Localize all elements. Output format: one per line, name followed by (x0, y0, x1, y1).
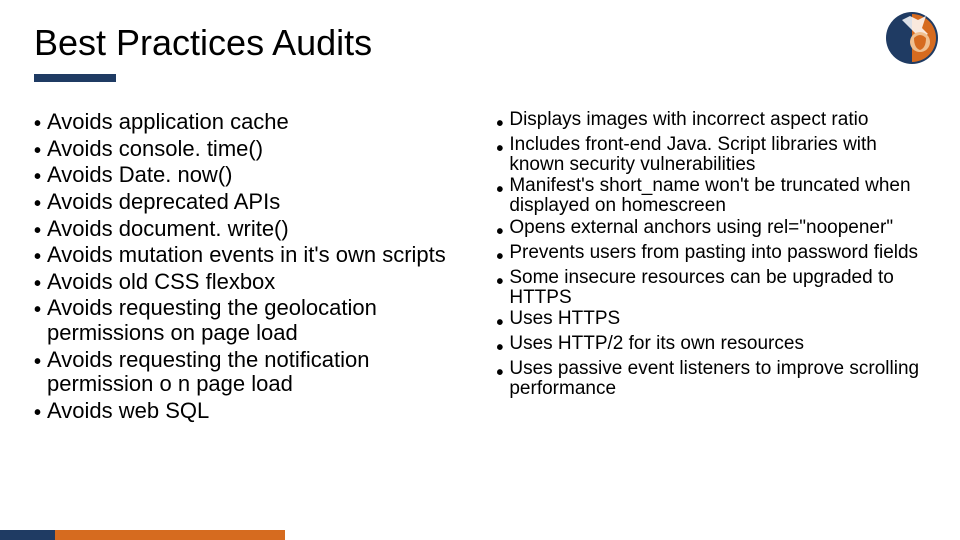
list-item: • Displays images with incorrect aspect r… (496, 110, 930, 134)
list-item: • Some insecure resources can be upgraded… (496, 268, 930, 308)
bullet-icon: • (34, 194, 41, 214)
left-list: • Avoids application cache • Avoids consol… (34, 110, 476, 424)
list-item: • Avoids deprecated APIs (34, 190, 476, 215)
bullet-icon: • (34, 274, 41, 294)
list-item: • Avoids requesting the notification perm… (34, 348, 476, 397)
list-item: • Avoids old CSS flexbox (34, 270, 476, 295)
bar-navy-segment (0, 530, 55, 540)
item-text: Uses HTTP/2 for its own resources (509, 334, 804, 354)
left-column: • Avoids application cache • Avoids consol… (34, 110, 476, 426)
bullet-icon: • (496, 313, 503, 333)
item-text: Uses HTTPS (509, 309, 620, 329)
item-text: Avoids Date. now() (47, 163, 232, 188)
right-column: • Displays images with incorrect aspect r… (496, 110, 930, 426)
item-text: Uses passive event listeners to improve … (509, 359, 930, 399)
bullet-icon: • (34, 403, 41, 423)
item-text: Avoids requesting the notification permi… (47, 348, 476, 397)
list-item: • Manifest's short_name won't be truncate… (496, 176, 930, 216)
list-item: • Uses HTTPS (496, 309, 930, 333)
item-text: Avoids old CSS flexbox (47, 270, 275, 295)
list-item: • Uses passive event listeners to improve… (496, 359, 930, 399)
bullet-icon: • (34, 141, 41, 161)
bullet-icon: • (496, 180, 503, 200)
title-underline (34, 74, 116, 82)
list-item: • Uses HTTP/2 for its own resources (496, 334, 930, 358)
bullet-icon: • (496, 222, 503, 242)
item-text: Includes front-end Java. Script librarie… (509, 135, 930, 175)
item-text: Manifest's short_name won't be truncated… (509, 176, 930, 216)
bullet-icon: • (34, 114, 41, 134)
bullet-icon: • (34, 247, 41, 267)
bullet-icon: • (34, 300, 41, 320)
list-item: • Includes front-end Java. Script librari… (496, 135, 930, 175)
bullet-icon: • (34, 221, 41, 241)
item-text: Prevents users from pasting into passwor… (509, 243, 918, 263)
item-text: Some insecure resources can be upgraded … (509, 268, 930, 308)
item-text: Displays images with incorrect aspect ra… (509, 110, 868, 130)
bullet-icon: • (34, 167, 41, 187)
list-item: • Avoids web SQL (34, 399, 476, 424)
item-text: Avoids application cache (47, 110, 289, 135)
bullet-icon: • (496, 139, 503, 159)
list-item: • Avoids mutation events in it's own scri… (34, 243, 476, 268)
list-item: • Avoids requesting the geolocation permi… (34, 296, 476, 345)
item-text: Opens external anchors using rel="noopen… (509, 218, 893, 238)
bullet-icon: • (34, 352, 41, 372)
item-text: Avoids console. time() (47, 137, 263, 162)
list-item: • Avoids document. write() (34, 217, 476, 242)
item-text: Avoids mutation events in it's own scrip… (47, 243, 446, 268)
list-item: • Avoids console. time() (34, 137, 476, 162)
content-columns: • Avoids application cache • Avoids consol… (34, 110, 930, 426)
bullet-icon: • (496, 338, 503, 358)
slide-title: Best Practices Audits (34, 22, 372, 64)
bullet-icon: • (496, 363, 503, 383)
bar-orange-segment (55, 530, 285, 540)
item-text: Avoids document. write() (47, 217, 289, 242)
logo-icon (884, 10, 940, 66)
right-list: • Displays images with incorrect aspect r… (496, 110, 930, 399)
bottom-accent-bar (0, 530, 960, 540)
list-item: • Prevents users from pasting into passwo… (496, 243, 930, 267)
list-item: • Avoids Date. now() (34, 163, 476, 188)
item-text: Avoids deprecated APIs (47, 190, 280, 215)
bar-rest-segment (285, 530, 960, 540)
bullet-icon: • (496, 272, 503, 292)
list-item: • Avoids application cache (34, 110, 476, 135)
item-text: Avoids requesting the geolocation permis… (47, 296, 476, 345)
bullet-icon: • (496, 247, 503, 267)
item-text: Avoids web SQL (47, 399, 209, 424)
list-item: • Opens external anchors using rel="noope… (496, 218, 930, 242)
bullet-icon: • (496, 114, 503, 134)
